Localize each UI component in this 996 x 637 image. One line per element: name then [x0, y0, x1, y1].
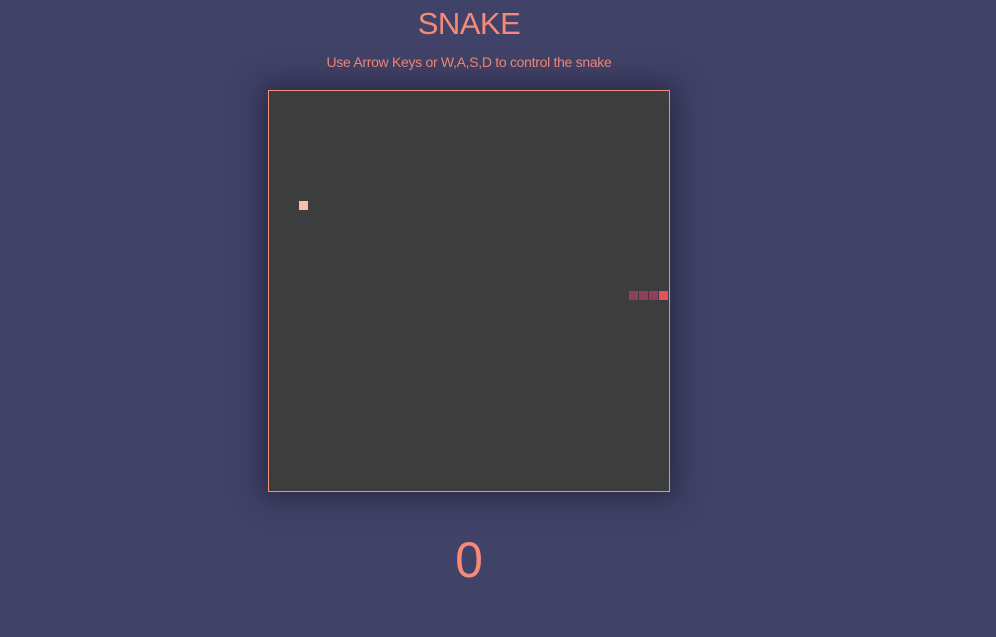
snake-body-segment	[629, 291, 638, 300]
score-display: 0	[455, 532, 483, 588]
food-pellet	[299, 201, 308, 210]
snake-head	[659, 291, 668, 300]
snake-body-segment	[639, 291, 648, 300]
snake-body-segment	[649, 291, 658, 300]
game-board[interactable]	[268, 90, 670, 492]
instructions-text: Use Arrow Keys or W,A,S,D to control the…	[326, 54, 612, 70]
page: SNAKE Use Arrow Keys or W,A,S,D to contr…	[0, 0, 996, 637]
game-title: SNAKE	[417, 6, 521, 41]
